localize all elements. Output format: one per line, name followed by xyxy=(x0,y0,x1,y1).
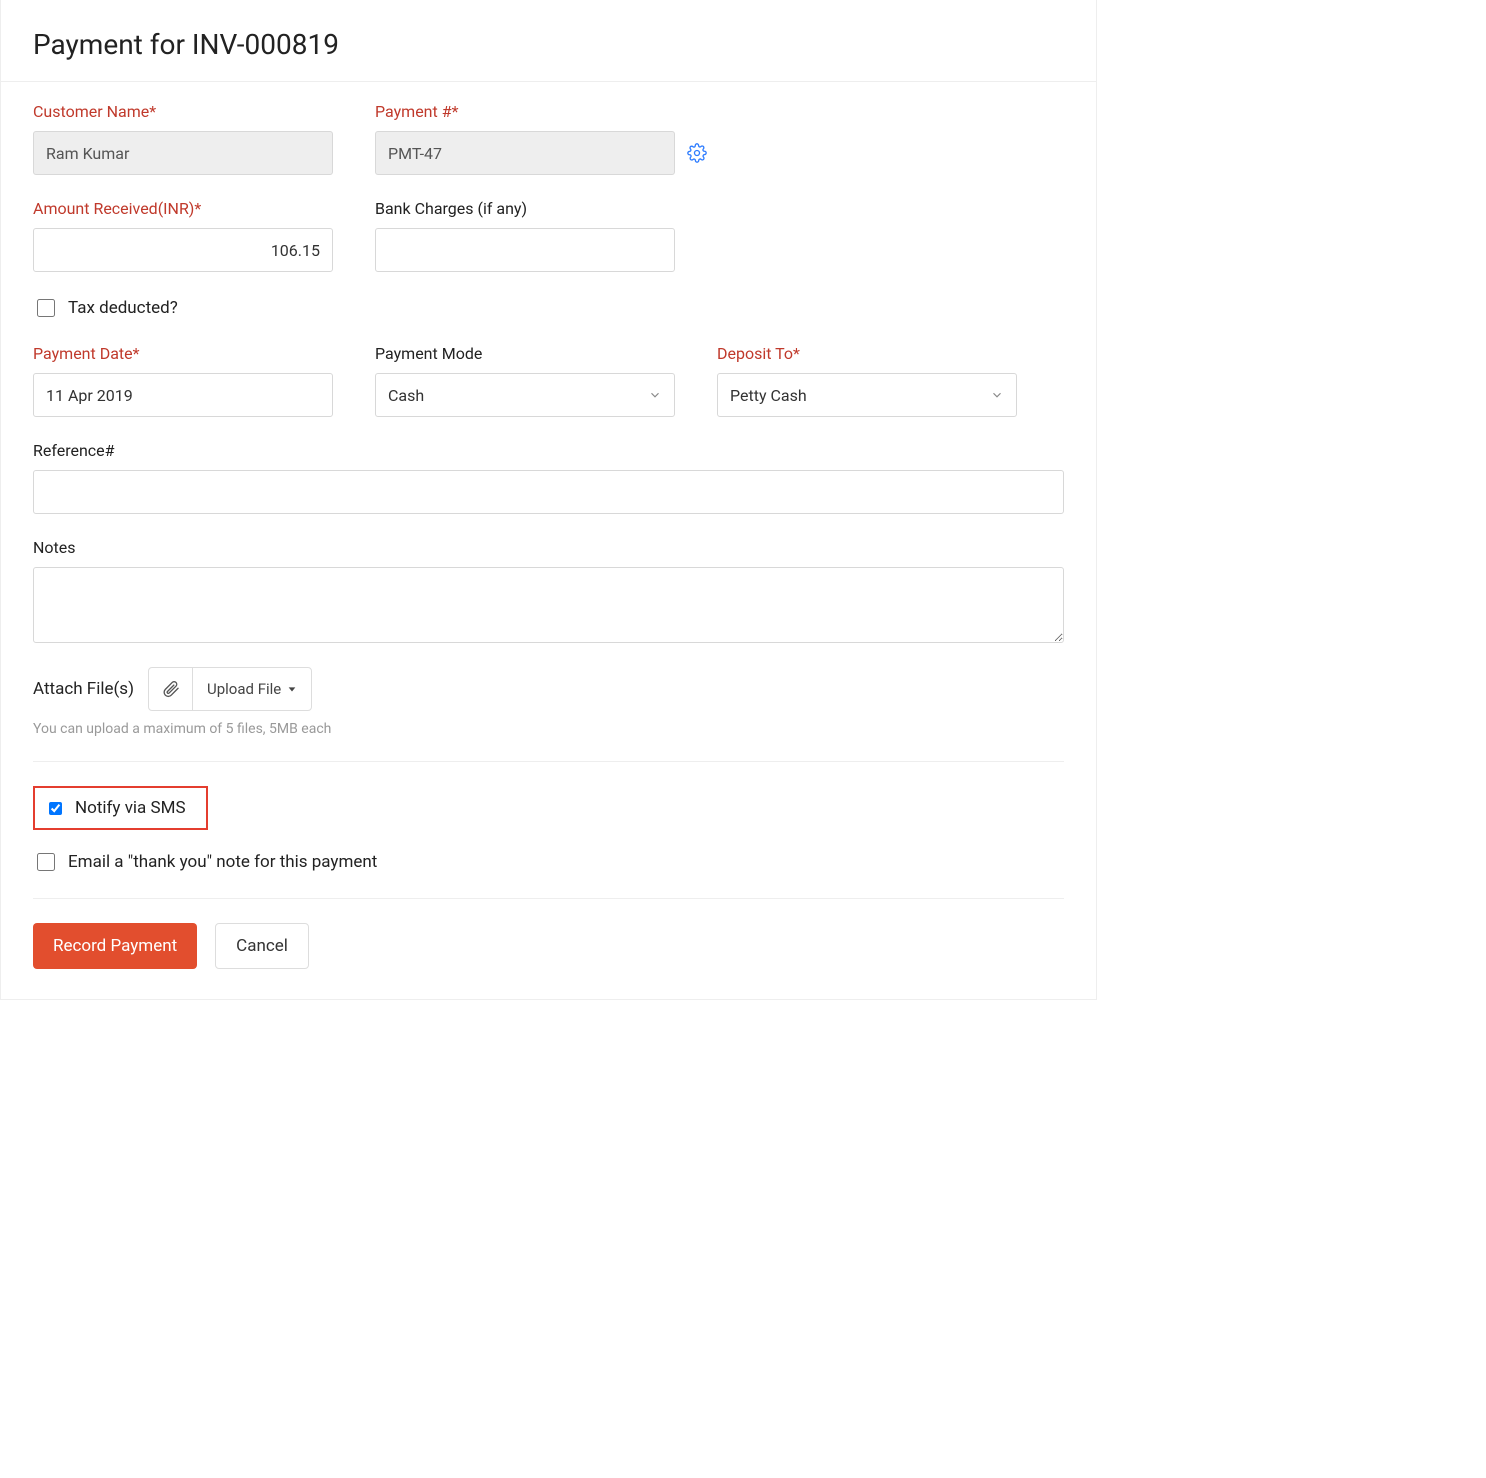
form-actions: Record Payment Cancel xyxy=(33,923,1064,969)
upload-hint: You can upload a maximum of 5 files, 5MB… xyxy=(33,721,1064,737)
payment-mode-select[interactable]: Cash xyxy=(375,373,675,417)
row-email-thanks: Email a "thank you" note for this paymen… xyxy=(33,850,1064,874)
label-payment-date: Payment Date* xyxy=(33,344,333,363)
payment-no-input[interactable] xyxy=(375,131,675,175)
record-payment-button[interactable]: Record Payment xyxy=(33,923,197,969)
label-email-thanks: Email a "thank you" note for this paymen… xyxy=(68,852,377,872)
row-attach: Attach File(s) Upload File xyxy=(33,667,1064,711)
row-customer-payment: Customer Name* Payment #* xyxy=(33,102,1064,175)
field-payment-date: Payment Date* xyxy=(33,344,333,417)
row-tax-deducted: Tax deducted? xyxy=(33,296,1064,320)
page-title: Payment for INV-000819 xyxy=(33,28,1064,61)
row-amount-charges: Amount Received(INR)* Bank Charges (if a… xyxy=(33,199,1064,272)
form-body: Customer Name* Payment #* Amount Receive… xyxy=(1,82,1096,999)
upload-file-label: Upload File xyxy=(207,680,281,698)
payment-mode-value: Cash xyxy=(388,386,424,405)
label-attach: Attach File(s) xyxy=(33,679,134,699)
label-customer-name: Customer Name* xyxy=(33,102,333,121)
notify-sms-highlight: Notify via SMS xyxy=(33,786,208,830)
field-bank-charges: Bank Charges (if any) xyxy=(375,199,675,272)
label-payment-no: Payment #* xyxy=(375,102,675,121)
label-reference: Reference# xyxy=(33,441,1064,460)
label-bank-charges: Bank Charges (if any) xyxy=(375,199,675,218)
page-header: Payment for INV-000819 xyxy=(1,0,1096,82)
paperclip-icon[interactable] xyxy=(149,668,193,710)
label-tax-deducted: Tax deducted? xyxy=(68,298,178,318)
chevron-down-icon xyxy=(990,388,1004,402)
email-thanks-checkbox[interactable] xyxy=(37,853,55,871)
cancel-button[interactable]: Cancel xyxy=(215,923,309,969)
bank-charges-input[interactable] xyxy=(375,228,675,272)
caret-down-icon xyxy=(287,684,297,694)
notes-textarea[interactable] xyxy=(33,567,1064,643)
field-amount-received: Amount Received(INR)* xyxy=(33,199,333,272)
field-customer-name: Customer Name* xyxy=(33,102,333,175)
reference-input[interactable] xyxy=(33,470,1064,514)
label-deposit-to: Deposit To* xyxy=(717,344,1017,363)
divider-2 xyxy=(33,898,1064,899)
label-amount-received: Amount Received(INR)* xyxy=(33,199,333,218)
chevron-down-icon xyxy=(648,388,662,402)
upload-file-group: Upload File xyxy=(148,667,312,711)
deposit-to-select[interactable]: Petty Cash xyxy=(717,373,1017,417)
gear-icon[interactable] xyxy=(687,143,707,163)
payment-no-settings-wrap xyxy=(687,131,707,175)
deposit-to-value: Petty Cash xyxy=(730,386,807,405)
row-date-mode-deposit: Payment Date* Payment Mode Cash Deposit … xyxy=(33,344,1064,417)
notify-sms-checkbox[interactable] xyxy=(49,802,62,815)
amount-received-input[interactable] xyxy=(33,228,333,272)
label-notes: Notes xyxy=(33,538,1064,557)
field-notes: Notes xyxy=(33,538,1064,643)
label-notify-sms: Notify via SMS xyxy=(75,798,186,818)
customer-name-input[interactable] xyxy=(33,131,333,175)
payment-form-page: Payment for INV-000819 Customer Name* Pa… xyxy=(0,0,1097,1000)
divider-1 xyxy=(33,761,1064,762)
field-payment-mode: Payment Mode Cash xyxy=(375,344,675,417)
field-deposit-to: Deposit To* Petty Cash xyxy=(717,344,1017,417)
label-payment-mode: Payment Mode xyxy=(375,344,675,363)
field-payment-no: Payment #* xyxy=(375,102,675,175)
upload-file-button[interactable]: Upload File xyxy=(193,668,311,710)
field-reference: Reference# xyxy=(33,441,1064,514)
tax-deducted-checkbox[interactable] xyxy=(37,299,55,317)
payment-date-input[interactable] xyxy=(33,373,333,417)
